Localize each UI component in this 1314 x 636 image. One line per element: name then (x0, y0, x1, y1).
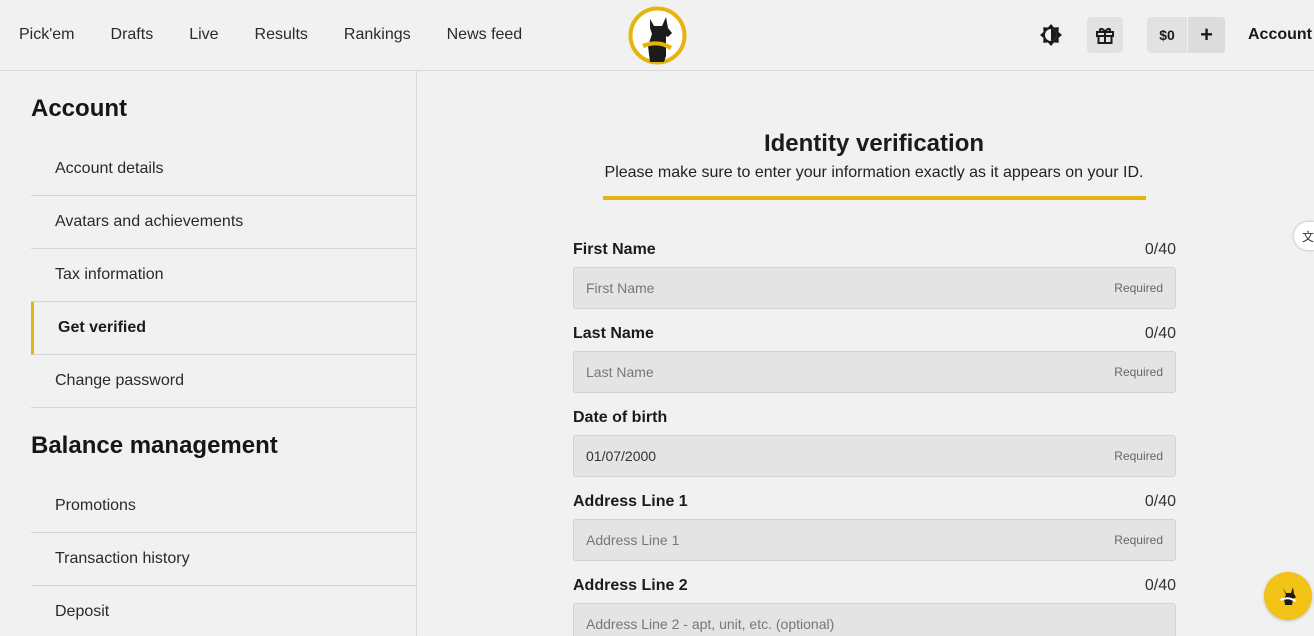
sidebar-item-change-password[interactable]: Change password (31, 355, 416, 408)
address-line-1-label: Address Line 1 (573, 493, 688, 510)
title-divider (603, 196, 1146, 200)
nav-rankings[interactable]: Rankings (344, 26, 411, 44)
address-line-2-field (573, 603, 1176, 636)
address-line-1-input[interactable] (586, 532, 1115, 548)
address-line-2-input[interactable] (586, 616, 1163, 632)
balance-button[interactable]: $0 (1147, 17, 1187, 53)
address-line-1-field: Required (573, 519, 1176, 561)
first-name-input[interactable] (586, 280, 1115, 296)
address-line-1-counter: 0/40 (1144, 493, 1176, 510)
sidebar-item-avatars[interactable]: Avatars and achievements (31, 196, 416, 249)
last-name-input[interactable] (586, 364, 1115, 380)
nav-news-feed[interactable]: News feed (447, 26, 523, 44)
sidebar-item-transaction-history[interactable]: Transaction history (31, 533, 416, 586)
sidebar-item-account-details[interactable]: Account details (31, 143, 416, 196)
dob-input[interactable] (586, 448, 1115, 464)
sidebar-item-promotions[interactable]: Promotions (31, 480, 416, 533)
add-funds-button[interactable]: + (1188, 17, 1225, 53)
last-name-field: Required (573, 351, 1176, 393)
page-title: Identity verification (763, 130, 985, 157)
required-tag: Required (1114, 365, 1163, 379)
required-tag: Required (1114, 449, 1163, 463)
address-line-2-counter: 0/40 (1144, 577, 1176, 594)
first-name-field: Required (573, 267, 1176, 309)
gift-button[interactable] (1087, 17, 1123, 53)
nav-results[interactable]: Results (255, 26, 308, 44)
first-name-counter: 0/40 (1144, 241, 1176, 258)
required-tag: Required (1114, 281, 1163, 295)
gift-icon (1096, 28, 1114, 44)
nav-live[interactable]: Live (189, 26, 218, 44)
nav-pickem[interactable]: Pick'em (19, 26, 75, 44)
nav-drafts[interactable]: Drafts (111, 26, 154, 44)
sidebar-item-deposit[interactable]: Deposit (31, 586, 416, 636)
address-line-2-label: Address Line 2 (573, 577, 688, 594)
balance-group: $0 + (1147, 17, 1225, 53)
main-nav: Pick'em Drafts Live Results Rankings New… (19, 0, 558, 70)
last-name-label: Last Name (573, 325, 654, 342)
theme-toggle-icon[interactable] (1037, 21, 1065, 49)
sidebar-heading-balance: Balance management (31, 432, 278, 459)
account-menu[interactable]: Account (1248, 26, 1312, 44)
top-header: Pick'em Drafts Live Results Rankings New… (0, 0, 1314, 71)
page-subtitle: Please make sure to enter your informati… (604, 164, 1144, 181)
brand-logo[interactable] (628, 6, 687, 65)
dob-label: Date of birth (573, 409, 668, 426)
first-name-label: First Name (573, 241, 656, 258)
dog-icon (1280, 587, 1296, 605)
last-name-counter: 0/40 (1144, 325, 1176, 342)
required-tag: Required (1114, 533, 1163, 547)
sidebar-heading-account: Account (31, 95, 127, 122)
dob-field: Required (573, 435, 1176, 477)
sidebar-item-tax-information[interactable]: Tax information (31, 249, 416, 302)
sidebar-item-get-verified[interactable]: Get verified (31, 302, 416, 355)
sidebar: Account Account details Avatars and achi… (0, 71, 417, 636)
help-chat-button[interactable] (1264, 572, 1312, 620)
translate-icon[interactable]: 文 (1294, 222, 1314, 250)
